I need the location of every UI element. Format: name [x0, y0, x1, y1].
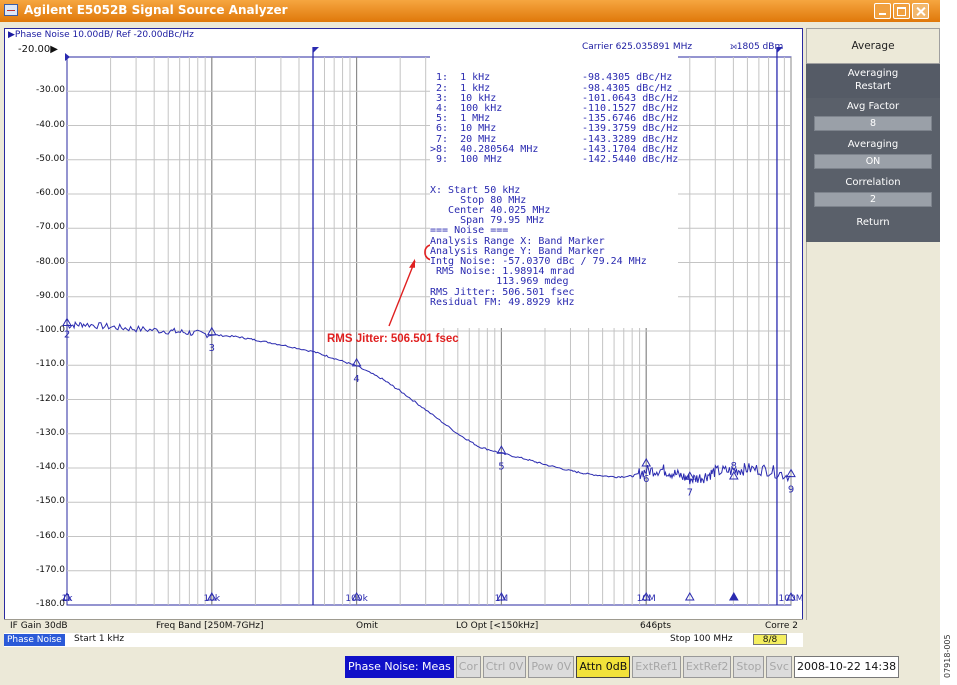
status-meas[interactable]: Phase Noise: Meas: [345, 656, 454, 678]
average-count: 8/8: [753, 634, 787, 645]
measurement-settings-bar: IF Gain 30dB Freq Band [250M-7GHz] Omit …: [4, 619, 803, 633]
y-tick-label: -170.0: [35, 564, 65, 575]
y-tick-label: -120.0: [35, 393, 65, 404]
avg-factor-button[interactable]: Avg Factor 8: [806, 98, 940, 136]
marker-number: 4: [353, 374, 359, 385]
correlation-value[interactable]: 2: [814, 192, 932, 207]
marker-freq: 9: 100 MHz: [430, 154, 503, 166]
y-tick-label: -160.0: [35, 530, 65, 541]
minimize-icon[interactable]: [874, 3, 891, 19]
y-tick-label: -150.0: [35, 496, 65, 507]
y-tick-label: -60.00: [35, 188, 65, 198]
ref-level-label: -20.00▶: [18, 44, 58, 55]
sweep-range-bar: Phase Noise Start 1 kHz Stop 100 MHz 8/8: [4, 633, 803, 647]
restart-line1: Averaging: [847, 68, 899, 79]
y-tick-label: -40.00: [35, 119, 65, 130]
status-extref1[interactable]: ExtRef1: [632, 656, 681, 678]
window-title: Agilent E5052B Signal Source Analyzer: [24, 3, 288, 17]
marker-number: 8: [731, 461, 737, 472]
marker-number: 9: [788, 485, 794, 496]
averaging-toggle-button[interactable]: Averaging ON: [806, 136, 940, 174]
y-tick-label: -30.00: [35, 85, 65, 96]
omit-setting[interactable]: Omit: [356, 621, 378, 631]
y-tick-label: -100.0: [35, 325, 65, 335]
x-tick-label: 1M: [495, 594, 509, 604]
y-tick-label: -110.0: [35, 359, 65, 370]
y-tick-label: -140.0: [35, 462, 65, 472]
x-tick-label: 10M: [637, 594, 656, 604]
marker-number: 7: [687, 487, 693, 498]
marker-value: -142.5440 dBc/Hz: [582, 154, 679, 166]
status-pow[interactable]: Pow 0V: [528, 656, 575, 678]
if-gain[interactable]: IF Gain 30dB: [10, 621, 68, 631]
x-tick-label: 10k: [203, 594, 220, 604]
averaging-restart-button[interactable]: Averaging Restart: [806, 64, 940, 98]
measurement-mode-label[interactable]: Phase Noise: [4, 634, 65, 646]
avg-factor-label: Avg Factor: [846, 101, 900, 112]
status-svc[interactable]: Svc: [766, 656, 792, 678]
y-tick-label: -80.00: [35, 256, 65, 267]
status-stop[interactable]: Stop: [733, 656, 765, 678]
phase-noise-plot[interactable]: 1k 10k 100k 1M 10M 100M 2 3 4 5 6 7 8 9 ▶Phase Noise …: [4, 28, 803, 620]
plot-canvas: 1k 10k 100k 1M 10M 100M23456789: [62, 47, 804, 606]
title-bar[interactable]: Agilent E5052B Signal Source Analyzer: [0, 0, 940, 22]
correlation-count[interactable]: Corre 2: [765, 621, 798, 631]
lo-opt[interactable]: LO Opt [<150kHz]: [456, 621, 538, 631]
avg-factor-value[interactable]: 8: [814, 116, 932, 131]
band-start-flag-icon: [313, 47, 320, 53]
noise-info: X: Start 50 kHz Stop 80 MHz Center 40.02…: [430, 185, 678, 308]
y-tick-label: -90.00: [35, 290, 65, 301]
correlation-button[interactable]: Correlation 2: [806, 174, 940, 212]
restart-line2: Restart: [855, 81, 891, 92]
y-tick-label: -50.00: [35, 153, 65, 164]
app-icon[interactable]: [4, 4, 18, 16]
y-tick-label: -180.0: [35, 599, 65, 609]
softkey-blank-area: [806, 242, 940, 620]
start-frequency[interactable]: Start 1 kHz: [74, 634, 124, 644]
marker-number: 3: [209, 343, 215, 354]
marker-readout: 1: 1 kHz -98.4305 dBc/Hz 2: 1 kHz -98.4305…: [430, 53, 679, 329]
y-tick-label: -130.0: [35, 427, 65, 438]
info-line: Residual FM: 49.8929 kHz: [430, 296, 575, 308]
correlation-label: Correlation: [845, 177, 901, 188]
marker-number: 6: [643, 474, 649, 485]
softkey-panel: Average Averaging Restart Avg Factor 8 A…: [806, 28, 940, 620]
status-cor[interactable]: Cor: [455, 656, 481, 678]
stop-frequency[interactable]: Stop 100 MHz: [670, 634, 733, 644]
marker-rows: 1: 1 kHz -98.4305 dBc/Hz 2: 1 kHz -98.4305…: [430, 73, 678, 165]
plot-scale-header: ▶Phase Noise 10.00dB/ Ref -20.00dBc/Hz: [8, 30, 194, 40]
marker-row: 9: 100 MHz -142.5440 dBc/Hz: [430, 154, 679, 166]
carrier-frequency: Carrier 625.035891 MHz: [582, 42, 693, 52]
averaging-label: Averaging: [847, 139, 899, 150]
status-clock: 2008-10-22 14:38: [793, 656, 900, 678]
carrier-power: ⟕1805 dBm: [730, 42, 784, 52]
status-attn[interactable]: Attn 0dB: [576, 656, 631, 678]
points-count[interactable]: 646pts: [640, 621, 671, 631]
status-ctrl[interactable]: Ctrl 0V: [482, 656, 527, 678]
return-button[interactable]: Return: [806, 212, 940, 242]
average-menu-title[interactable]: Average: [806, 28, 940, 64]
status-extref2[interactable]: ExtRef2: [682, 656, 732, 678]
averaging-value[interactable]: ON: [814, 154, 932, 169]
freq-band[interactable]: Freq Band [250M-7GHz]: [156, 621, 264, 631]
x-tick-label: 100k: [345, 594, 368, 604]
x-tick-label: 100M: [779, 594, 804, 604]
analyzer-window: Agilent E5052B Signal Source Analyzer 1k…: [0, 0, 940, 685]
maximize-icon[interactable]: [893, 3, 910, 19]
instrument-status-bar: Phase Noise: Meas Cor Ctrl 0V Pow 0V Att…: [0, 656, 940, 678]
y-tick-label: -70.00: [35, 222, 65, 233]
rms-jitter-annotation: RMS Jitter: 506.501 fsec: [327, 333, 459, 345]
close-icon[interactable]: [912, 3, 929, 19]
figure-id: 07918-005: [943, 634, 952, 678]
marker-number: 5: [498, 461, 504, 472]
